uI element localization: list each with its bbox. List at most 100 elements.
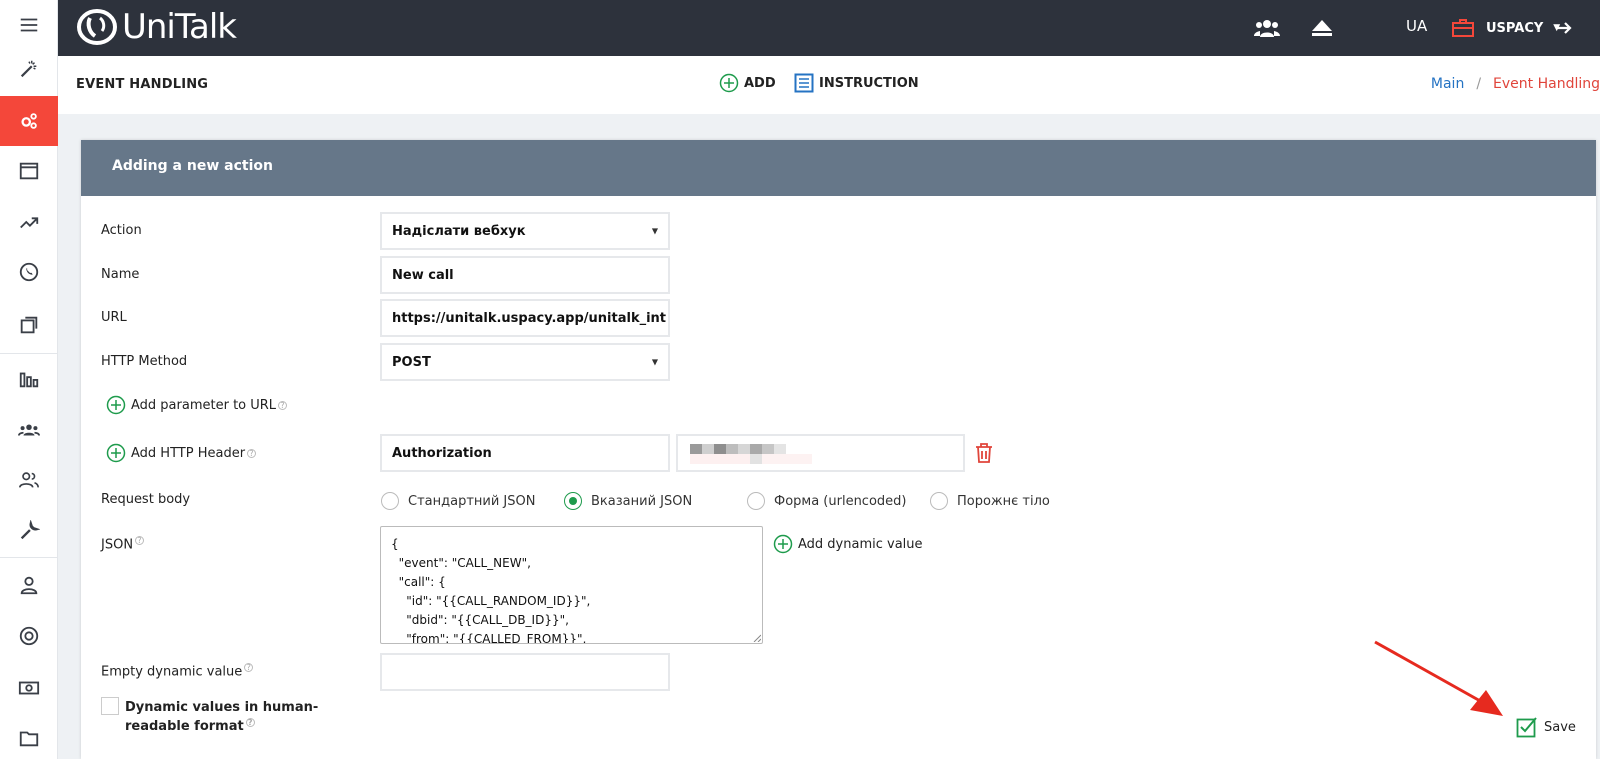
- radio-circle: [930, 492, 948, 510]
- help-icon[interactable]: ?: [245, 717, 255, 727]
- add-dynamic-value-label: Add dynamic value: [798, 536, 923, 552]
- lifebuoy-icon[interactable]: [0, 611, 58, 661]
- breadcrumb: Main / Event Handling: [1431, 76, 1600, 92]
- chevron-down-icon: ▼: [651, 357, 658, 367]
- json-label: JSON?: [101, 536, 145, 553]
- header-key-input[interactable]: Authorization: [380, 434, 670, 472]
- human-readable-label-text: Dynamic values in human-readable format: [125, 700, 319, 734]
- logout-icon[interactable]: [1550, 14, 1578, 42]
- http-method-value: POST: [392, 354, 431, 370]
- team-icon[interactable]: [1253, 14, 1281, 42]
- radio-empty-body[interactable]: Порожнє тіло: [930, 492, 1050, 510]
- checkbox-check-icon: [1516, 717, 1537, 738]
- menu-icon[interactable]: [0, 0, 58, 50]
- breadcrumb-separator: /: [1476, 76, 1482, 92]
- add-parameter-label: Add parameter to URL: [131, 397, 277, 413]
- group-icon[interactable]: [0, 405, 58, 455]
- help-icon[interactable]: ?: [278, 400, 288, 410]
- add-http-header-label: Add HTTP Header: [131, 445, 246, 461]
- bar-chart-icon[interactable]: [0, 354, 58, 404]
- name-label: Name: [101, 267, 140, 282]
- radio-label: Стандартний JSON: [408, 493, 536, 509]
- wrench-icon[interactable]: [0, 506, 58, 556]
- sidebar-divider: [0, 557, 58, 558]
- name-input-value: New call: [392, 267, 454, 283]
- human-readable-label: Dynamic values in human-readable format?: [125, 698, 375, 736]
- human-readable-checkbox[interactable]: [101, 697, 119, 715]
- trend-icon[interactable]: [0, 197, 58, 247]
- card-title: Adding a new action: [112, 158, 273, 174]
- radio-circle-selected: [564, 492, 582, 510]
- breadcrumb-main-link[interactable]: Main: [1431, 76, 1464, 92]
- magic-wand-icon[interactable]: [0, 44, 58, 94]
- plus-circle-icon: [106, 443, 126, 463]
- save-button-label: Save: [1544, 719, 1576, 735]
- language-switch[interactable]: UA: [1406, 17, 1427, 35]
- json-textarea[interactable]: { "event": "CALL_NEW", "call": { "id": "…: [380, 526, 763, 644]
- copy-icon[interactable]: [0, 300, 58, 350]
- add-dynamic-value-button[interactable]: Add dynamic value: [773, 534, 923, 554]
- document-icon: [794, 73, 814, 93]
- card-header: Adding a new action: [81, 140, 1596, 196]
- resize-handle-icon[interactable]: [753, 634, 761, 642]
- gears-icon[interactable]: [0, 96, 58, 146]
- phone-icon[interactable]: [0, 247, 58, 297]
- logo[interactable]: UniTalk: [76, 7, 237, 47]
- sidebar: [0, 0, 58, 759]
- instruction-button-label: INSTRUCTION: [819, 75, 919, 91]
- help-icon[interactable]: ?: [244, 663, 254, 672]
- radio-form-urlencoded[interactable]: Форма (urlencoded): [747, 492, 906, 510]
- action-label: Action: [101, 223, 142, 238]
- add-button[interactable]: ADD: [719, 73, 776, 93]
- radio-circle: [747, 492, 765, 510]
- folder-icon[interactable]: [0, 713, 58, 759]
- empty-dynamic-input[interactable]: [380, 653, 670, 691]
- chevron-down-icon: ▼: [651, 226, 658, 236]
- logo-text: UniTalk: [122, 7, 237, 47]
- empty-dynamic-label-text: Empty dynamic value: [101, 664, 243, 680]
- breadcrumb-current: Event Handling: [1493, 76, 1600, 92]
- help-icon[interactable]: ?: [247, 448, 257, 458]
- json-textarea-value: { "event": "CALL_NEW", "call": { "id": "…: [391, 537, 591, 644]
- request-body-label: Request body: [101, 492, 191, 507]
- radio-circle: [381, 492, 399, 510]
- logo-mark-icon: [77, 9, 117, 45]
- organization-name: USPACY: [1486, 20, 1544, 36]
- http-method-label: HTTP Method: [101, 354, 188, 369]
- page-title: EVENT HANDLING: [76, 77, 209, 92]
- url-label: URL: [101, 310, 127, 325]
- instruction-button[interactable]: INSTRUCTION: [794, 73, 919, 93]
- radio-label: Порожнє тіло: [957, 493, 1050, 509]
- name-input[interactable]: New call: [380, 256, 670, 294]
- add-http-header-button[interactable]: Add HTTP Header?: [106, 443, 257, 463]
- radio-label: Форма (urlencoded): [774, 493, 907, 509]
- money-icon[interactable]: [0, 663, 58, 713]
- organization-dropdown[interactable]: USPACY ▼: [1452, 10, 1560, 46]
- briefcase-icon: [1452, 19, 1474, 37]
- annotation-arrow: [1374, 640, 1503, 716]
- empty-dynamic-label: Empty dynamic value?: [101, 663, 254, 680]
- users-icon[interactable]: [0, 455, 58, 505]
- header-key-value: Authorization: [392, 445, 492, 461]
- action-select-value: Надіслати вебхук: [392, 223, 526, 239]
- trash-icon[interactable]: [975, 443, 993, 467]
- eject-icon[interactable]: [1308, 14, 1336, 42]
- window-icon[interactable]: [0, 146, 58, 196]
- radio-standard-json[interactable]: Стандартний JSON: [381, 492, 535, 510]
- radio-label: Вказаний JSON: [591, 493, 693, 509]
- json-label-text: JSON: [101, 537, 134, 553]
- radio-specified-json[interactable]: Вказаний JSON: [564, 492, 692, 510]
- redacted-value-icon: [690, 444, 812, 464]
- add-parameter-button[interactable]: Add parameter to URL?: [106, 395, 288, 415]
- http-method-select[interactable]: POST ▼: [380, 343, 670, 381]
- page-header: EVENT HANDLING ADD INSTRUCTION Main / Ev…: [58, 56, 1600, 114]
- action-select[interactable]: Надіслати вебхук ▼: [380, 212, 670, 250]
- url-input[interactable]: https://unitalk.uspacy.app/unitalk_int: [380, 299, 670, 337]
- save-button[interactable]: Save: [1516, 716, 1576, 738]
- plus-circle-icon: [106, 395, 126, 415]
- top-bar: UniTalk UA USPACY ▼: [58, 0, 1600, 56]
- add-button-label: ADD: [744, 75, 776, 91]
- plus-circle-icon: [773, 534, 793, 554]
- help-icon[interactable]: ?: [135, 536, 145, 545]
- user-icon[interactable]: [0, 560, 58, 610]
